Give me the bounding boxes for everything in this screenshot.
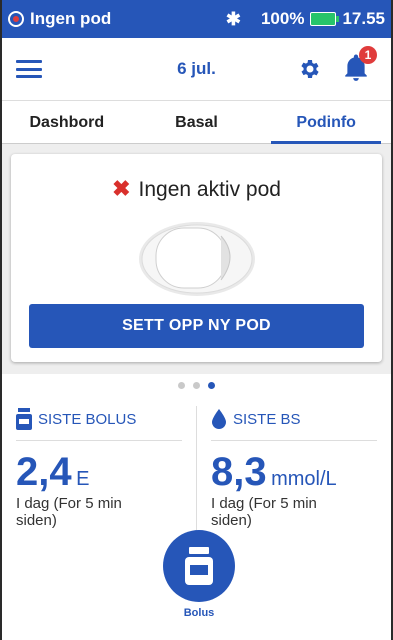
error-x-icon: ✖ [112, 176, 131, 201]
pod-device-image [139, 222, 255, 296]
last-bolus-header: SISTE BOLUS [16, 406, 196, 432]
last-bg-value: 8,3 [211, 450, 267, 494]
tab-basal[interactable]: Basal [132, 101, 262, 143]
header-date: 6 jul. [177, 59, 216, 78]
pod-status-icon [8, 11, 24, 27]
insulin-vial-icon [185, 547, 213, 585]
pod-panel: ✖ Ingen aktiv pod SETT OPP NY POD [2, 144, 391, 374]
last-bg-value-row: 8,3 mmol/L [211, 451, 391, 493]
pod-card: ✖ Ingen aktiv pod SETT OPP NY POD [11, 154, 382, 362]
tab-podinfo[interactable]: Podinfo [261, 101, 391, 144]
tab-dashbord[interactable]: Dashbord [2, 101, 132, 143]
insulin-vial-icon [16, 408, 32, 430]
page-dot-3[interactable] [208, 381, 215, 389]
battery-icon [310, 12, 340, 26]
last-bolus-value-row: 2,4 E [16, 451, 196, 493]
clock: 17.55 [342, 9, 385, 28]
last-bg-label: SISTE BS [233, 410, 301, 428]
pod-card-title: ✖ Ingen aktiv pod [11, 176, 382, 202]
last-bg-time: I dag (For 5 min siden) [211, 495, 317, 529]
divider [16, 440, 182, 441]
last-bolus-time: I dag (For 5 min siden) [16, 495, 122, 529]
last-bolus-label: SISTE BOLUS [38, 410, 137, 428]
app-frame: Ingen pod ✱ 100% 17.55 6 jul. 1 Dashbord… [0, 0, 393, 640]
page-dot-2[interactable] [193, 381, 200, 389]
tab-bar: Dashbord Basal Podinfo [2, 100, 391, 144]
pod-card-title-text: Ingen aktiv pod [138, 178, 281, 201]
bluetooth-icon: ✱ [225, 8, 241, 29]
pod-status-text: Ingen pod [30, 9, 112, 28]
status-bar: Ingen pod ✱ 100% 17.55 [2, 0, 391, 38]
battery-percent: 100% [260, 9, 305, 28]
divider [211, 440, 377, 441]
blood-drop-icon [212, 409, 226, 429]
last-bolus-value: 2,4 [16, 450, 72, 494]
bolus-button[interactable] [163, 530, 235, 602]
page-indicator [2, 374, 391, 396]
top-header: 6 jul. 1 [2, 38, 391, 100]
menu-icon[interactable] [16, 60, 42, 78]
last-bolus-unit: E [76, 468, 90, 490]
setup-new-pod-button[interactable]: SETT OPP NY POD [29, 304, 364, 348]
notification-badge[interactable]: 1 [359, 46, 377, 64]
gear-icon[interactable] [297, 57, 321, 81]
last-bg-unit: mmol/L [271, 468, 337, 490]
page-dot-1[interactable] [178, 381, 185, 389]
bolus-button-label[interactable]: Bolus [163, 607, 235, 619]
last-bg-header: SISTE BS [211, 406, 391, 432]
